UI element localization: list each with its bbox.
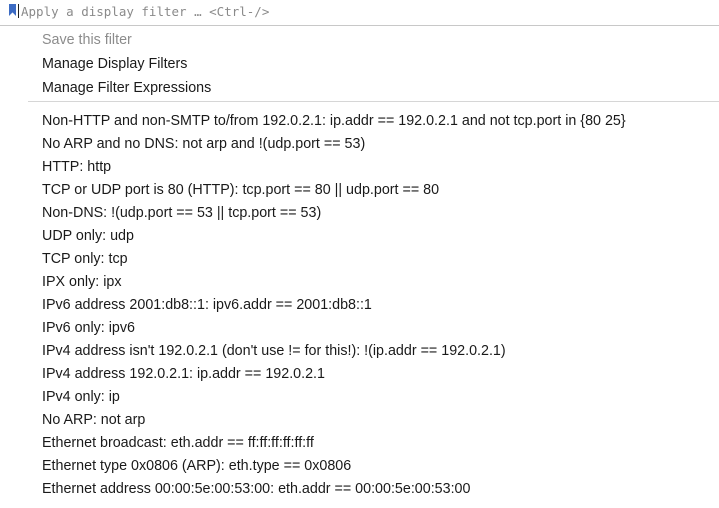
manage-display-filters-menu-item[interactable]: Manage Display Filters [42,53,187,75]
filter-menu-item[interactable]: IPv4 only: ip [42,386,120,408]
filter-menu-item[interactable]: IPv4 address 192.0.2.1: ip.addr == 192.0… [42,363,325,385]
display-filter-bar [0,0,719,26]
filter-menu-item[interactable]: TCP only: tcp [42,248,128,270]
filter-menu-item[interactable]: TCP or UDP port is 80 (HTTP): tcp.port =… [42,179,439,201]
filter-menu-item[interactable]: Non-HTTP and non-SMTP to/from 192.0.2.1:… [42,110,626,132]
filter-menu-item[interactable]: No ARP: not arp [42,409,145,431]
display-filter-input[interactable] [21,1,701,21]
bookmark-icon[interactable] [9,4,16,16]
filter-menu-item[interactable]: IPv6 only: ipv6 [42,317,135,339]
save-filter-menu-item: Save this filter [42,32,132,48]
filter-bookmark-menu: Save this filter Manage Display Filters … [26,26,719,508]
filter-menu-item[interactable]: Non-DNS: !(udp.port == 53 || tcp.port ==… [42,202,321,224]
filter-menu-item[interactable]: UDP only: udp [42,225,134,247]
filter-menu-item[interactable]: Ethernet broadcast: eth.addr == ff:ff:ff… [42,432,314,454]
menu-separator [28,101,719,102]
manage-filter-expressions-menu-item[interactable]: Manage Filter Expressions [42,77,211,99]
filter-menu-item[interactable]: Ethernet type 0x0806 (ARP): eth.type == … [42,455,351,477]
filter-menu-item[interactable]: HTTP: http [42,156,111,178]
filter-menu-item[interactable]: IPv6 address 2001:db8::1: ipv6.addr == 2… [42,294,372,316]
filter-menu-item[interactable]: Ethernet address 00:00:5e:00:53:00: eth.… [42,478,470,500]
filter-menu-item[interactable]: No ARP and no DNS: not arp and !(udp.por… [42,133,365,155]
filter-menu-item[interactable]: IPv4 address isn't 192.0.2.1 (don't use … [42,340,506,362]
text-caret [18,4,19,18]
filter-menu-item[interactable]: IPX only: ipx [42,271,121,293]
